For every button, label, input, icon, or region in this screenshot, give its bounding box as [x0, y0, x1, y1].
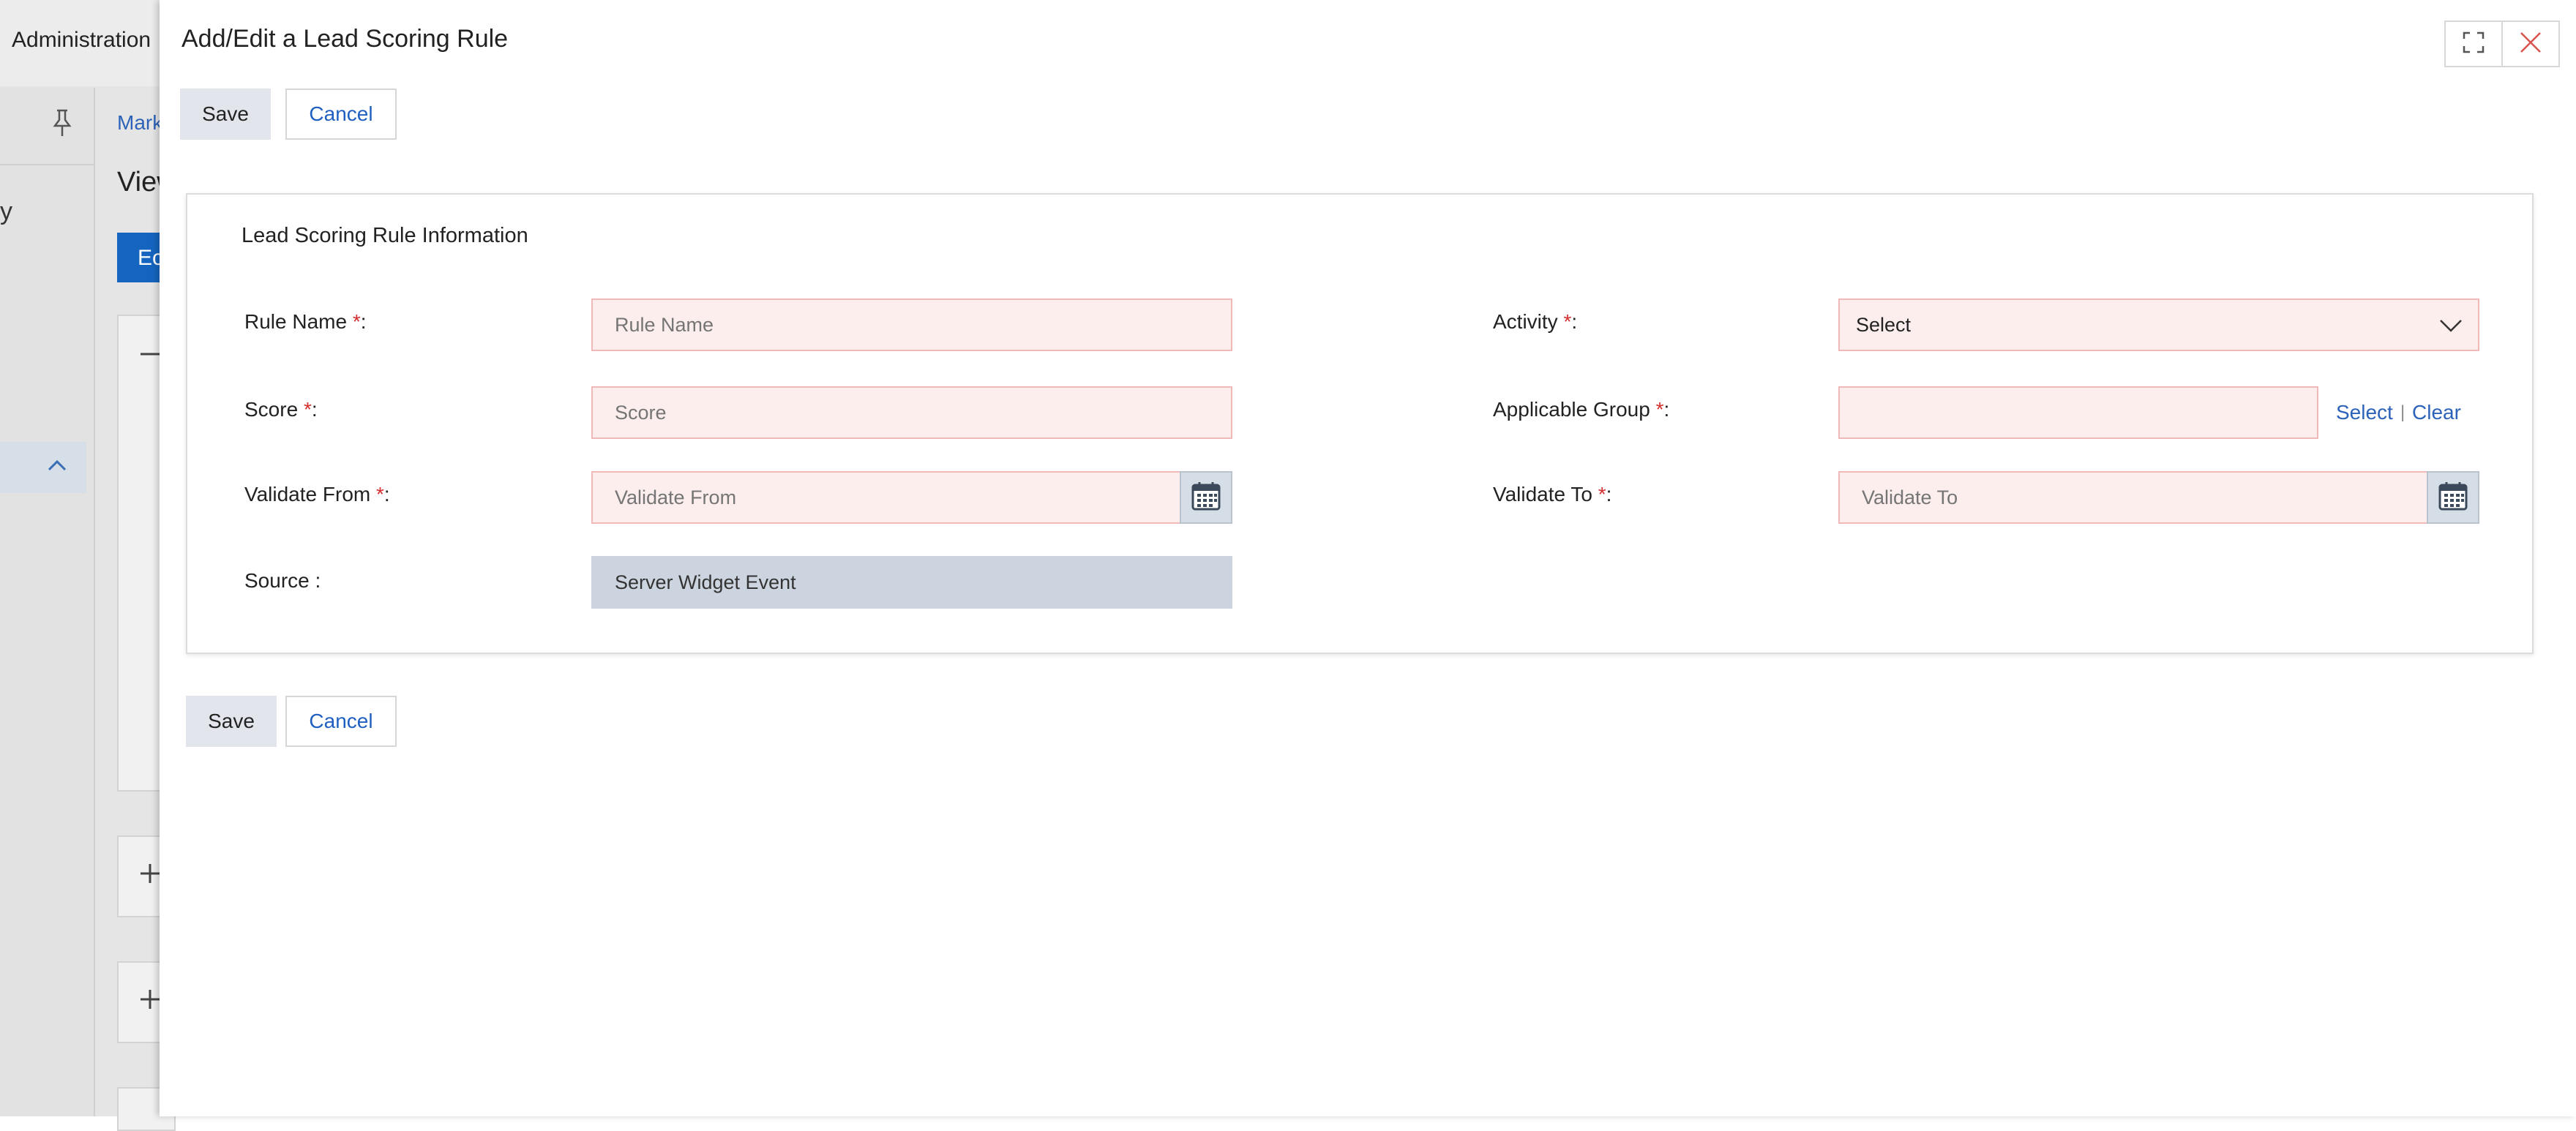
required-marker: * [1655, 398, 1664, 421]
required-marker: * [303, 398, 312, 421]
link-separator: | [2400, 402, 2405, 422]
chevron-down-icon [2438, 313, 2463, 343]
rule-information-panel: Lead Scoring Rule Information Rule Name … [186, 193, 2534, 654]
close-icon [2519, 28, 2542, 60]
nav-text-fragment: y [0, 198, 12, 225]
applicable-group-label: Applicable Group *: [1493, 398, 1670, 421]
required-marker: * [376, 483, 384, 506]
expand-button[interactable] [2444, 20, 2503, 67]
validate-to-calendar-button[interactable] [2427, 471, 2479, 524]
source-label: Source : [244, 569, 321, 592]
divider [0, 164, 94, 165]
validate-from-label: Validate From *: [244, 483, 390, 506]
panel-title: Lead Scoring Rule Information [242, 224, 528, 247]
validate-from-calendar-button[interactable] [1180, 471, 1232, 524]
score-input[interactable] [591, 386, 1232, 439]
expand-icon [2462, 31, 2485, 58]
validate-from-input[interactable] [591, 471, 1181, 524]
cancel-button-top[interactable]: Cancel [285, 89, 397, 140]
pin-icon[interactable] [51, 108, 73, 145]
applicable-group-field[interactable] [1838, 386, 2318, 439]
minus-icon[interactable] [139, 338, 161, 375]
calendar-icon [2438, 481, 2468, 515]
nav-section-toggle[interactable] [0, 442, 86, 493]
administration-menu[interactable]: Administration [12, 28, 151, 53]
activity-select[interactable]: Select [1838, 298, 2479, 351]
dialog-window-controls [2444, 20, 2560, 67]
rule-name-label: Rule Name *: [244, 310, 367, 333]
required-marker: * [1563, 310, 1572, 333]
required-marker: * [1598, 483, 1606, 506]
applicable-group-select-link[interactable]: Select [2336, 401, 2393, 424]
activity-label: Activity *: [1493, 310, 1578, 333]
validate-to-label: Validate To *: [1493, 483, 1612, 506]
validate-to-input[interactable] [1838, 471, 2428, 524]
breadcrumb-link[interactable]: Mark [117, 111, 162, 135]
lead-scoring-rule-dialog: Add/Edit a Lead Scoring Rule Save Cancel… [160, 0, 2576, 1116]
close-button[interactable] [2501, 20, 2560, 67]
save-button-top[interactable]: Save [180, 89, 271, 140]
required-marker: * [352, 310, 361, 333]
plus-icon[interactable] [139, 985, 161, 1021]
left-navigation-panel [0, 88, 95, 1116]
score-label: Score *: [244, 398, 318, 421]
source-field: Server Widget Event [591, 556, 1232, 609]
plus-icon[interactable] [139, 859, 161, 895]
chevron-up-icon [47, 451, 67, 487]
calendar-icon [1191, 481, 1221, 515]
dialog-title: Add/Edit a Lead Scoring Rule [181, 25, 509, 53]
rule-name-input[interactable] [591, 298, 1232, 351]
applicable-group-clear-link[interactable]: Clear [2412, 401, 2461, 424]
save-button-bottom[interactable]: Save [186, 696, 277, 747]
activity-selected-value: Select [1856, 313, 1912, 336]
cancel-button-bottom[interactable]: Cancel [285, 696, 397, 747]
